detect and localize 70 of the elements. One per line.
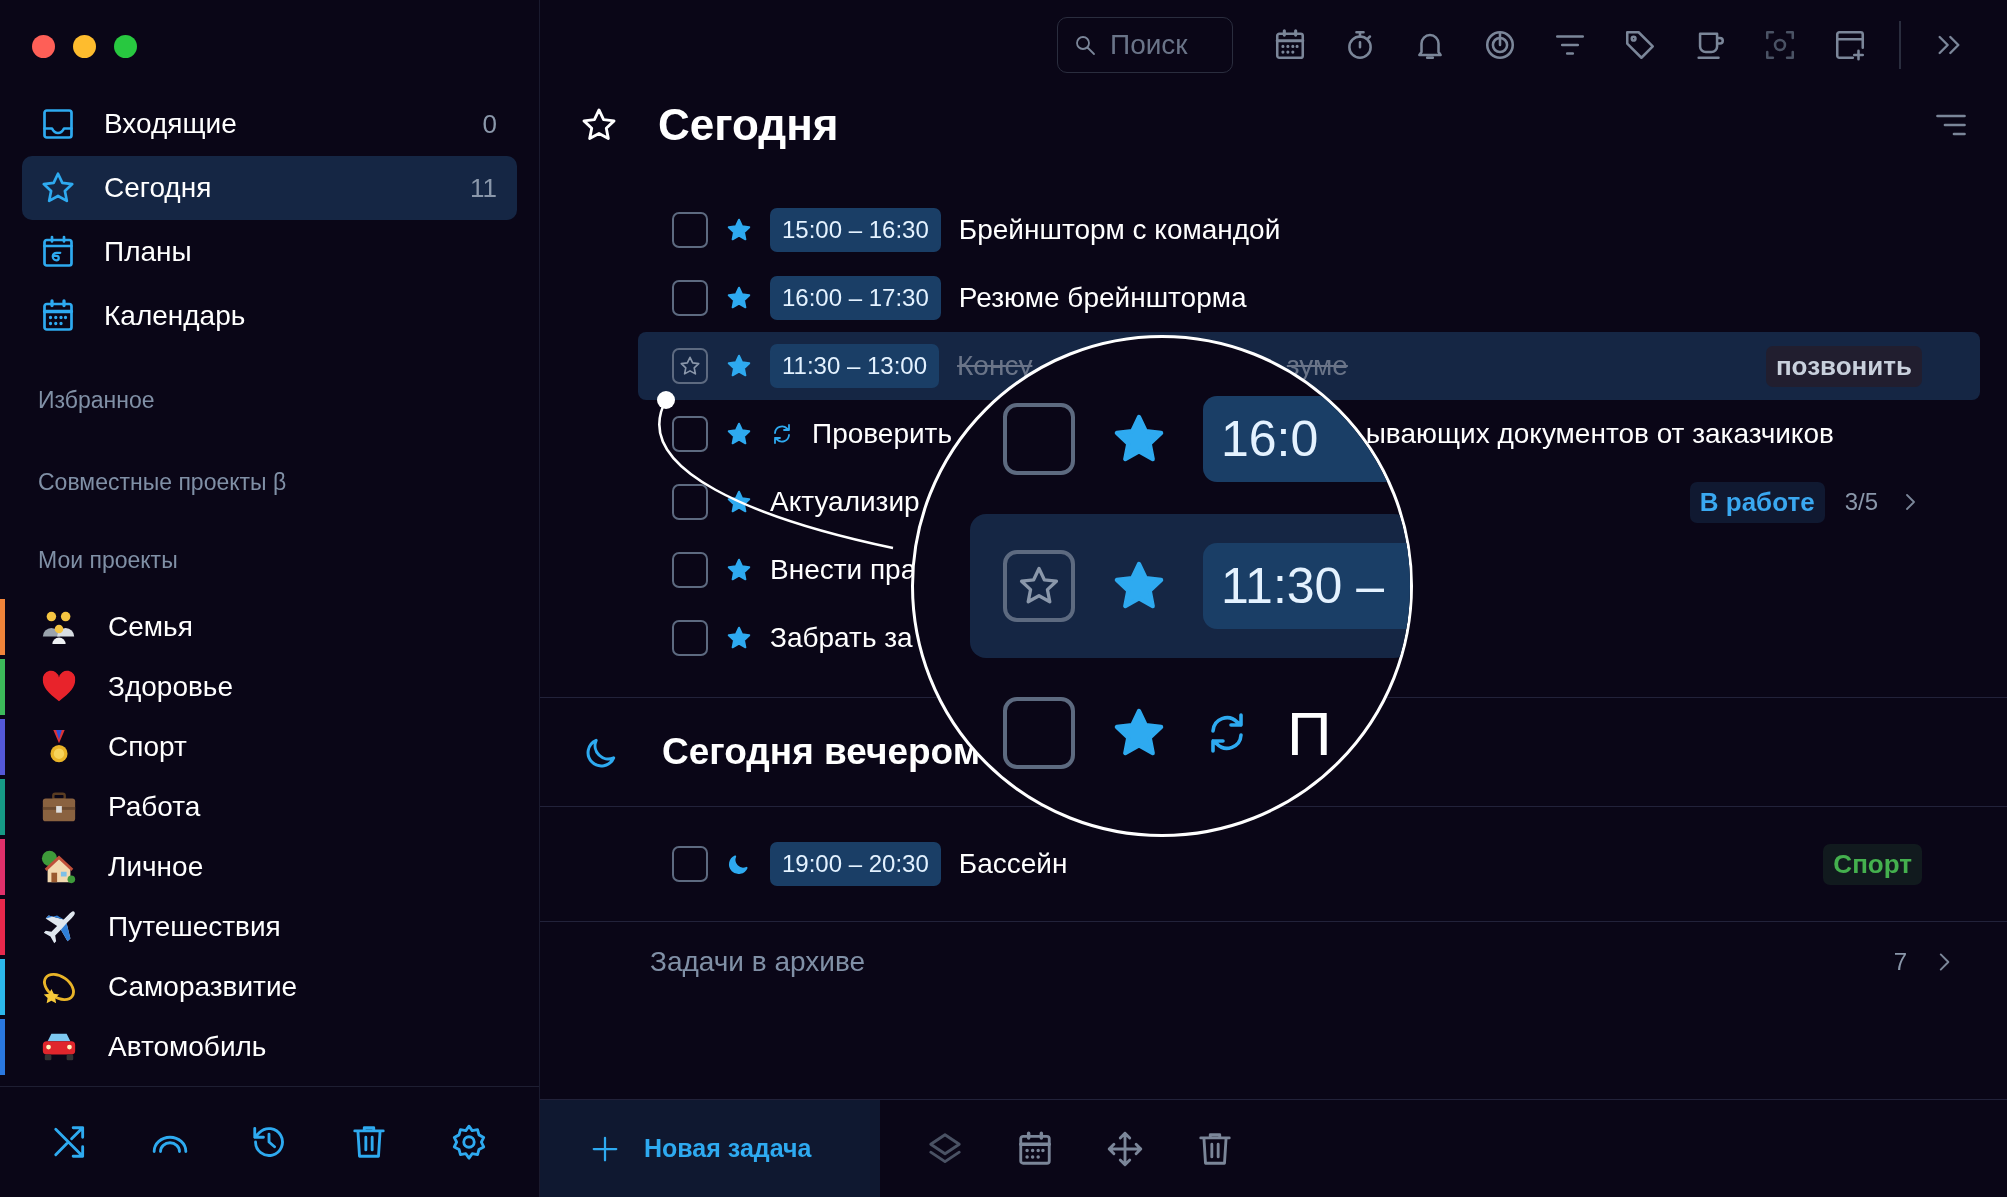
task-title: Резюме брейншторма bbox=[958, 282, 1247, 314]
sidebar-item[interactable]: Календарь bbox=[22, 284, 517, 348]
task-title: Консу bbox=[957, 350, 1033, 382]
checkbox[interactable] bbox=[672, 280, 708, 316]
search-icon bbox=[1073, 33, 1097, 57]
tag: позвонить bbox=[1765, 345, 1922, 387]
sidebar-item[interactable]: Сегодня 11 bbox=[22, 156, 517, 220]
project-item[interactable]: Спорт bbox=[108, 731, 187, 763]
project-item[interactable]: Саморазвитие bbox=[108, 971, 298, 1003]
star-icon bbox=[726, 421, 752, 447]
target-icon bbox=[1483, 28, 1517, 62]
section-label: Избранное bbox=[38, 386, 155, 414]
checkbox[interactable] bbox=[672, 416, 708, 452]
calendar-plus-icon bbox=[1833, 28, 1867, 62]
task-title: ывающих документов от заказчиков bbox=[1365, 418, 1834, 450]
checkbox[interactable] bbox=[672, 846, 708, 882]
sidebar-item[interactable]: Входящие 0 bbox=[22, 92, 517, 156]
section-label: Мои проекты bbox=[38, 546, 178, 574]
task-title: Брейншторм с командой bbox=[958, 214, 1281, 246]
checkbox[interactable] bbox=[672, 212, 708, 248]
search-field[interactable]: Поиск bbox=[1057, 17, 1233, 73]
time-badge: 15:00 – 16:30 bbox=[770, 208, 941, 252]
section-label: Совместные проекты β bbox=[38, 468, 287, 496]
house-icon bbox=[40, 848, 78, 886]
time-badge: 19:00 – 20:30 bbox=[770, 842, 941, 886]
project-item[interactable]: Путешествия bbox=[108, 911, 281, 943]
project-item[interactable]: Автомобиль bbox=[108, 1031, 267, 1063]
star-icon bbox=[726, 217, 752, 243]
calendar-icon bbox=[40, 234, 76, 270]
calendar-icon bbox=[40, 298, 76, 334]
project-item[interactable]: Личное bbox=[108, 851, 204, 883]
window-button[interactable] bbox=[73, 34, 96, 58]
star-icon bbox=[726, 285, 752, 311]
page-title: Сегодня bbox=[658, 100, 840, 150]
task-title: Актуализир bbox=[770, 486, 920, 518]
time-badge: 16:00 – 17:30 bbox=[770, 276, 941, 320]
inbox-icon bbox=[40, 106, 76, 142]
task-title: П bbox=[1287, 697, 1332, 769]
pointer-dot bbox=[657, 391, 675, 409]
task-title: Проверить bbox=[812, 418, 953, 450]
checkbox[interactable] bbox=[672, 620, 708, 656]
move-icon bbox=[1106, 1129, 1144, 1168]
calendar-icon bbox=[1273, 28, 1307, 62]
star-icon bbox=[726, 489, 752, 515]
checkbox[interactable] bbox=[672, 484, 708, 520]
sidebar-item[interactable]: Планы bbox=[22, 220, 517, 284]
calendar-icon bbox=[1016, 1129, 1054, 1168]
screenshot-icon bbox=[1763, 28, 1797, 62]
window-button[interactable] bbox=[114, 34, 137, 58]
star-icon bbox=[726, 557, 752, 583]
star-toggle[interactable] bbox=[672, 348, 708, 384]
section-title: Сегодня вечером bbox=[662, 731, 981, 773]
star-icon bbox=[726, 353, 752, 379]
star-icon bbox=[726, 625, 752, 651]
tag: В работе bbox=[1689, 481, 1825, 523]
task-title: Бассейн bbox=[958, 848, 1068, 880]
time-badge: 11:30 – bbox=[1203, 543, 1410, 629]
project-item[interactable]: Семья bbox=[108, 611, 193, 643]
tag: Спорт bbox=[1823, 843, 1922, 885]
subtask-count: 3/5 bbox=[1844, 488, 1878, 516]
project-item[interactable]: Работа bbox=[108, 791, 201, 823]
tag-icon bbox=[1623, 28, 1657, 62]
task-title: Забрать за bbox=[770, 622, 913, 654]
project-item[interactable]: Здоровье bbox=[108, 671, 233, 703]
new-task-button[interactable]: Новая задача bbox=[540, 1100, 880, 1197]
star-icon bbox=[679, 355, 701, 377]
time-badge: 11:30 – 13:00 bbox=[770, 344, 940, 388]
archive-row[interactable]: Задачи в архиве 7 bbox=[540, 922, 2007, 1002]
checkbox[interactable] bbox=[672, 552, 708, 588]
window-button[interactable] bbox=[32, 34, 55, 58]
